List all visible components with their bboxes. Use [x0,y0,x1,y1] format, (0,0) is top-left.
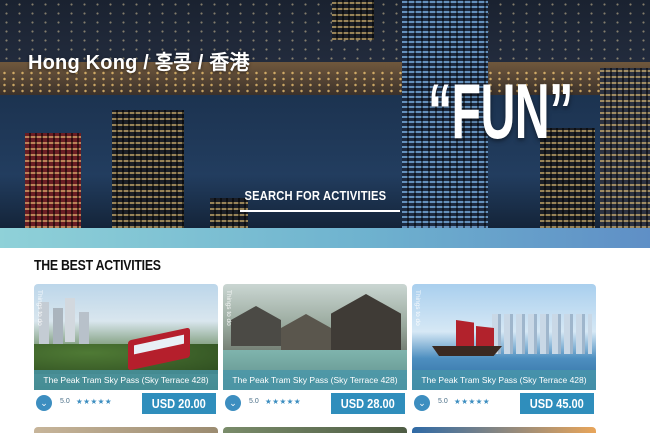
activity-title: The Peak Tram Sky Pass (Sky Terrace 428) [412,370,596,390]
card-footer: ⌄ 5.0 ★★★★★ USD 45.00 [412,392,596,416]
activity-card-partial[interactable] [223,427,407,433]
price-text: USD 20.00 [152,396,207,411]
price-text: USD 45.00 [530,396,585,411]
star-rating-icon: ★★★★★ [76,397,113,406]
chevron-down-icon[interactable]: ⌄ [225,395,241,411]
star-rating-icon: ★★★★★ [265,397,302,406]
card-footer: ⌄ 5.0 ★★★★★ USD 28.00 [223,392,407,416]
activity-card[interactable]: Things to do The Peak Tram Sky Pass (Sky… [412,284,596,416]
activity-photo: Things to do The Peak Tram Sky Pass (Sky… [34,284,218,390]
activity-card[interactable]: Things to do The Peak Tram Sky Pass (Sky… [223,284,407,416]
photo-skyline [492,314,592,354]
star-rating-icon: ★★★★★ [454,397,491,406]
skyline-building [112,110,184,228]
photo-boat [432,346,502,356]
photo-sail [476,326,494,346]
rating-value: 5.0 [438,398,448,405]
card-footer: ⌄ 5.0 ★★★★★ USD 20.00 [34,392,218,416]
category-label: Things to do [36,290,43,326]
price-text: USD 28.00 [341,396,396,411]
price-badge: USD 28.00 [331,393,405,414]
skyline-building [332,0,374,40]
photo-roof [281,314,331,354]
chevron-down-icon[interactable]: ⌄ [36,395,52,411]
category-label: Things to do [225,290,232,326]
chevron-down-icon[interactable]: ⌄ [414,395,430,411]
search-underline [240,210,400,212]
rating-value: 5.0 [249,398,259,405]
activity-card[interactable]: Things to do The Peak Tram Sky Pass (Sky… [34,284,218,416]
skyline-building [25,133,81,228]
category-label: Things to do [414,290,421,326]
photo-roof [231,306,281,346]
activity-photo: Things to do The Peak Tram Sky Pass (Sky… [412,284,596,390]
price-badge: USD 20.00 [142,393,216,414]
hero-banner: Hong Kong / 홍콩 / 香港 “FUN” SEARCH FOR ACT… [0,0,650,228]
activity-card-partial[interactable] [34,427,218,433]
activity-title: The Peak Tram Sky Pass (Sky Terrace 428) [34,370,218,390]
activity-title: The Peak Tram Sky Pass (Sky Terrace 428) [223,370,407,390]
gradient-band [0,228,650,248]
activity-card-partial[interactable] [412,427,596,433]
rating-value: 5.0 [60,398,70,405]
search-activities-link[interactable]: SEARCH FOR ACTIVITIES [230,186,400,214]
hero-title: Hong Kong / 홍콩 / 香港 [28,52,250,74]
photo-sail [456,320,474,346]
hero-headline: “FUN” [428,67,573,155]
search-activities-label: SEARCH FOR ACTIVITIES [244,188,386,203]
section-title: THE BEST ACTIVITIES [34,257,161,274]
activity-photo: Things to do The Peak Tram Sky Pass (Sky… [223,284,407,390]
photo-roof [331,294,401,350]
skyline-building [600,68,650,228]
price-badge: USD 45.00 [520,393,594,414]
